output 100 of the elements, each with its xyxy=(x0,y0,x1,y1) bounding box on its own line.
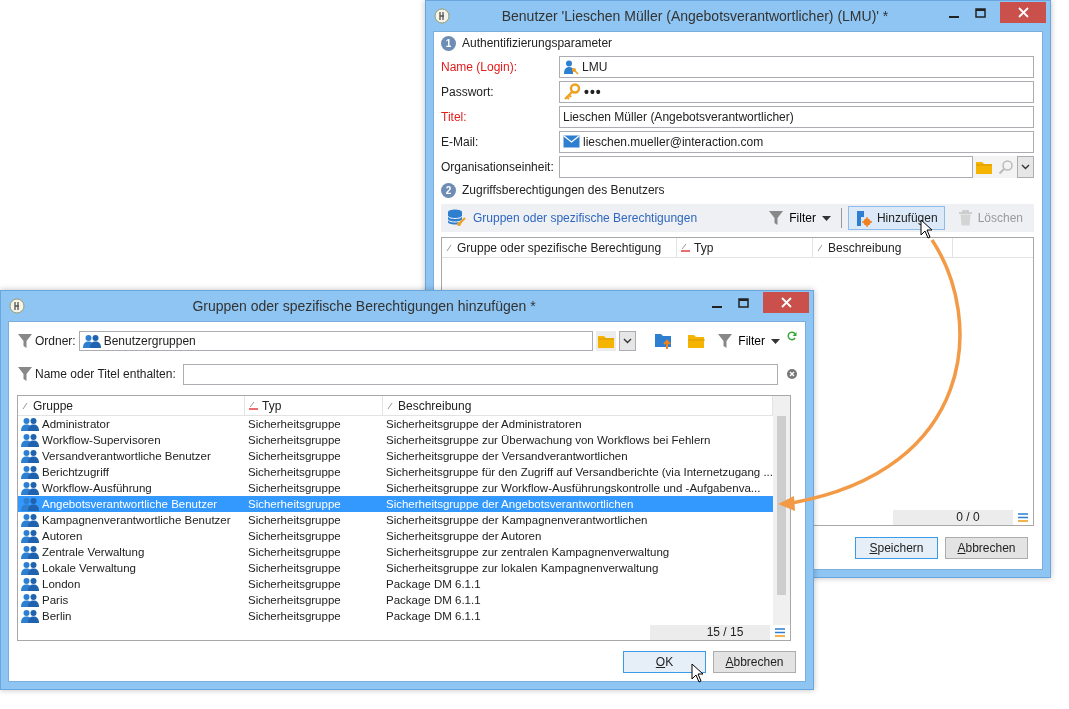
table-cell: Workflow-Supervisoren xyxy=(42,434,161,446)
table-cell-text: Sicherheitsgruppe xyxy=(247,530,342,542)
table-row[interactable]: Zentrale Verwaltung Sicherheitsgruppe Sicherheitsgruppe zur zentralen Kampagnenverwaltung xyxy=(18,544,773,560)
caret-icon[interactable] xyxy=(771,338,780,344)
group-icon xyxy=(82,334,101,348)
group-icon xyxy=(21,529,39,543)
record-count: 15 / 15 xyxy=(650,625,770,640)
table-cell: Versandverantwortliche Benutzer xyxy=(42,450,211,462)
caret-icon xyxy=(1021,163,1030,170)
input-field[interactable]: ••• xyxy=(559,80,1034,103)
group-icon xyxy=(21,609,39,623)
filter-icon xyxy=(18,333,32,349)
table-cell-text: Sicherheitsgruppe zur lokalen Kampagnenverwaltung xyxy=(385,562,660,574)
table-cell: Paris xyxy=(42,594,69,606)
input-field[interactable] xyxy=(559,155,973,178)
close-icon xyxy=(1017,6,1029,18)
table-row[interactable]: Berlin Sicherheitsgruppe Package DM 6.1.1 xyxy=(18,608,773,624)
dropdown-button[interactable] xyxy=(619,331,637,351)
group-icon xyxy=(21,577,39,591)
maximize-icon xyxy=(975,8,986,18)
column-header[interactable]: Gruppe xyxy=(18,396,245,415)
sort-icon xyxy=(681,243,690,252)
table-cell-text: Sicherheitsgruppe zur Workflow-Ausführungskontrolle und -Aufgabenva... xyxy=(385,482,762,494)
table-row[interactable]: Paris Sicherheitsgruppe Package DM 6.1.1 xyxy=(18,592,773,608)
table-cell: London xyxy=(42,578,81,590)
search-field[interactable] xyxy=(182,363,778,385)
caret-icon xyxy=(623,338,633,344)
close-button[interactable] xyxy=(1000,1,1046,23)
folder-icon[interactable] xyxy=(688,334,706,348)
column-header[interactable]: Typ xyxy=(677,238,813,257)
key-icon xyxy=(563,82,581,101)
table-cell: Angebotsverantwortliche Benutzer xyxy=(42,498,218,510)
table-cell-text: Sicherheitsgruppe xyxy=(247,514,342,526)
dialog-button[interactable]: OK xyxy=(623,651,706,673)
caret-icon[interactable] xyxy=(821,215,831,221)
table-cell-text: Sicherheitsgruppe der Versandverantwortlichen xyxy=(385,450,629,462)
table-cell-text: Sicherheitsgruppe xyxy=(246,466,342,478)
filter-icon xyxy=(769,210,784,226)
input-field[interactable]: Lieschen Müller (Angebotsverantwortlicher) xyxy=(559,105,1034,128)
group-icon xyxy=(21,449,39,463)
sort-icon xyxy=(249,401,258,410)
filter-icon xyxy=(718,333,733,349)
list-menu-icon[interactable] xyxy=(1018,513,1028,522)
dropdown-button[interactable] xyxy=(1017,155,1034,178)
group-icon xyxy=(21,561,39,575)
table-cell: Workflow-Ausführung xyxy=(42,482,152,494)
minimize-icon xyxy=(948,16,959,18)
input-field[interactable]: lieschen.mueller@interaction.com xyxy=(559,130,1034,153)
group-icon xyxy=(21,497,39,511)
table-row[interactable]: Administrator Sicherheitsgruppe Sicherheitsgruppe der Administratoren xyxy=(18,416,773,432)
minimize-icon xyxy=(711,306,722,308)
list-menu-icon[interactable] xyxy=(775,628,785,637)
field-label: E-Mail: xyxy=(441,134,480,149)
table-row[interactable]: Kampagnenverantwortliche Benutzer Sicherheitsgruppe Sicherheitsgruppe der Kampagnenverantwortlichen xyxy=(18,512,773,528)
table-cell-text: Sicherheitsgruppe xyxy=(247,578,342,590)
table-cell: Administrator xyxy=(42,418,110,430)
app-icon xyxy=(434,8,450,24)
folder-field[interactable]: Benutzergruppen xyxy=(78,331,594,351)
filter-button[interactable]: Filter xyxy=(714,333,784,349)
table-row[interactable]: Workflow-Ausführung Sicherheitsgruppe Sicherheitsgruppe zur Workflow-Ausführungskontrolle und -Aufgabenva... xyxy=(18,480,773,496)
sort-icon xyxy=(387,401,394,410)
field-label: Organisationseinheit: xyxy=(441,159,555,174)
clear-icon[interactable] xyxy=(787,369,797,379)
dialog-button[interactable]: Abbrechen xyxy=(713,651,796,673)
field-label: Name oder Titel enthalten: xyxy=(35,367,176,381)
scrollbar[interactable] xyxy=(773,396,790,625)
close-button[interactable] xyxy=(763,291,809,313)
table-cell-text: Package DM 6.1.1 xyxy=(385,610,482,622)
app-icon xyxy=(9,298,25,314)
field-label: Ordner: xyxy=(35,334,76,348)
group-icon xyxy=(21,545,39,559)
table-row[interactable]: Versandverantwortliche Benutzer Sicherheitsgruppe Sicherheitsgruppe der Versandverantwortlichen xyxy=(18,448,773,464)
table-row[interactable]: Berichtzugriff Sicherheitsgruppe Sicherheitsgruppe für den Zugriff auf Versandberichte (via Internetzugang ... xyxy=(18,464,773,480)
table-cell-text: Sicherheitsgruppe xyxy=(247,482,342,494)
refresh-icon[interactable] xyxy=(787,331,797,341)
folder-arrow-icon[interactable] xyxy=(655,333,674,349)
sort-icon xyxy=(446,243,453,252)
table-cell-text: Sicherheitsgruppe xyxy=(247,498,342,510)
input-field[interactable]: LMU xyxy=(559,55,1034,78)
table-row[interactable]: Autoren Sicherheitsgruppe Sicherheitsgruppe der Autoren xyxy=(18,528,773,544)
add-icon xyxy=(854,209,872,227)
table-cell: Autoren xyxy=(42,530,83,542)
table-row[interactable]: Workflow-Supervisoren Sicherheitsgruppe Sicherheitsgruppe zur Überwachung von Workflows bei Fehlern xyxy=(18,432,773,448)
database-key-icon xyxy=(447,209,467,227)
section-title: Zugriffsberechtigungen des Benutzers xyxy=(462,183,665,197)
table-cell-text: Sicherheitsgruppe xyxy=(247,594,342,606)
column-header[interactable]: Gruppe oder spezifische Berechtigung xyxy=(442,238,677,257)
column-header[interactable]: Typ xyxy=(245,396,383,415)
dialog-button[interactable]: Speichern xyxy=(855,537,938,559)
table-row[interactable]: Lokale Verwaltung Sicherheitsgruppe Sicherheitsgruppe zur lokalen Kampagnenverwaltung xyxy=(18,560,773,576)
record-count: 0 / 0 xyxy=(893,510,1013,525)
table-row[interactable]: London Sicherheitsgruppe Package DM 6.1.1 xyxy=(18,576,773,592)
user-key-icon xyxy=(563,58,579,75)
add-button[interactable]: Hinzufügen xyxy=(847,206,945,230)
sort-icon xyxy=(22,401,29,410)
table-cell-text: Sicherheitsgruppe der Administratoren xyxy=(385,418,583,430)
filter-button[interactable]: Filter xyxy=(765,210,835,226)
table-cell-text: Sicherheitsgruppe xyxy=(247,546,342,558)
dialog-button[interactable]: Abbrechen xyxy=(945,537,1028,559)
step-number: 2 xyxy=(441,182,456,198)
